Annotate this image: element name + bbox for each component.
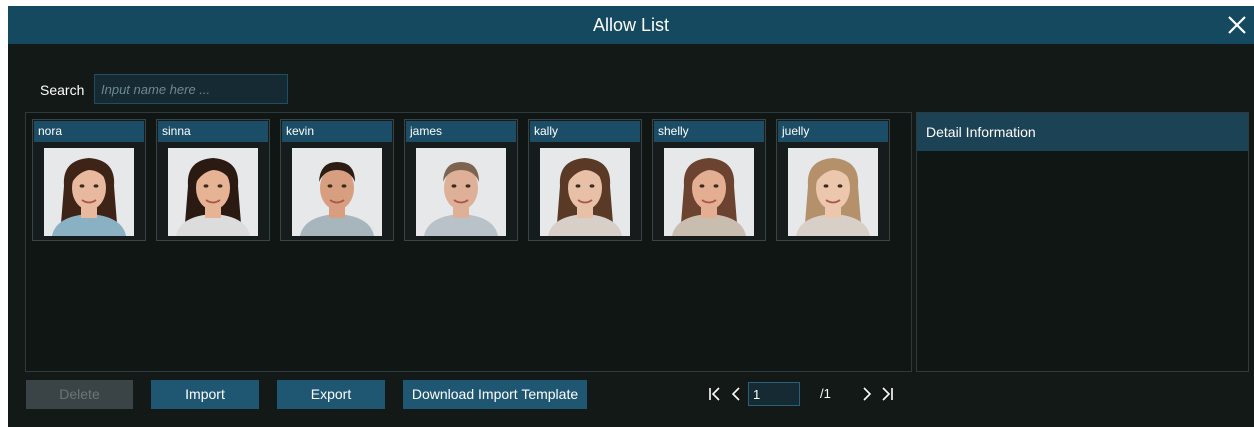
portrait-image (540, 148, 630, 236)
face-photo (44, 148, 134, 236)
portrait-image (664, 148, 754, 236)
dialog-title: Allow List (592, 15, 670, 35)
delete-button[interactable]: Delete (26, 380, 133, 409)
face-card-name: nora (34, 121, 144, 142)
download-import-template-button[interactable]: Download Import Template (403, 380, 587, 409)
portrait-image (788, 148, 878, 236)
face-card-name: juelly (778, 121, 888, 142)
portrait-image (44, 148, 134, 236)
face-card[interactable]: kally (528, 119, 642, 241)
search-label: Search (40, 82, 85, 98)
face-photo (664, 148, 754, 236)
search-input[interactable] (94, 74, 288, 104)
face-card-name: sinna (158, 121, 268, 142)
face-photo (168, 148, 258, 236)
detail-header: Detail Information (917, 113, 1248, 151)
portrait-image (168, 148, 258, 236)
face-list-panel: nora sinna kevin james kally shelly juelly (25, 112, 912, 372)
close-icon[interactable] (1222, 10, 1252, 40)
last-page-icon[interactable] (877, 384, 897, 404)
face-card[interactable]: kevin (280, 119, 394, 241)
face-photo (416, 148, 506, 236)
next-page-icon[interactable] (857, 384, 877, 404)
face-card[interactable]: juelly (776, 119, 890, 241)
allow-list-dialog: Allow List Search nora sinna kevin james kal… (8, 6, 1254, 427)
prev-page-icon[interactable] (726, 384, 746, 404)
first-page-icon[interactable] (705, 384, 725, 404)
portrait-image (292, 148, 382, 236)
face-card[interactable]: james (404, 119, 518, 241)
face-photo (788, 148, 878, 236)
face-photo (540, 148, 630, 236)
portrait-image (416, 148, 506, 236)
face-photo (292, 148, 382, 236)
face-card[interactable]: shelly (652, 119, 766, 241)
face-card[interactable]: nora (32, 119, 146, 241)
face-card-name: kevin (282, 121, 392, 142)
face-card[interactable]: sinna (156, 119, 270, 241)
import-button[interactable]: Import (151, 380, 259, 409)
export-button[interactable]: Export (277, 380, 385, 409)
face-card-name: kally (530, 121, 640, 142)
page-total: /1 (820, 386, 831, 401)
title-bar: Allow List (8, 6, 1254, 44)
face-card-name: james (406, 121, 516, 142)
page-number-input[interactable] (748, 382, 800, 406)
detail-panel: Detail Information (916, 112, 1249, 372)
face-card-name: shelly (654, 121, 764, 142)
